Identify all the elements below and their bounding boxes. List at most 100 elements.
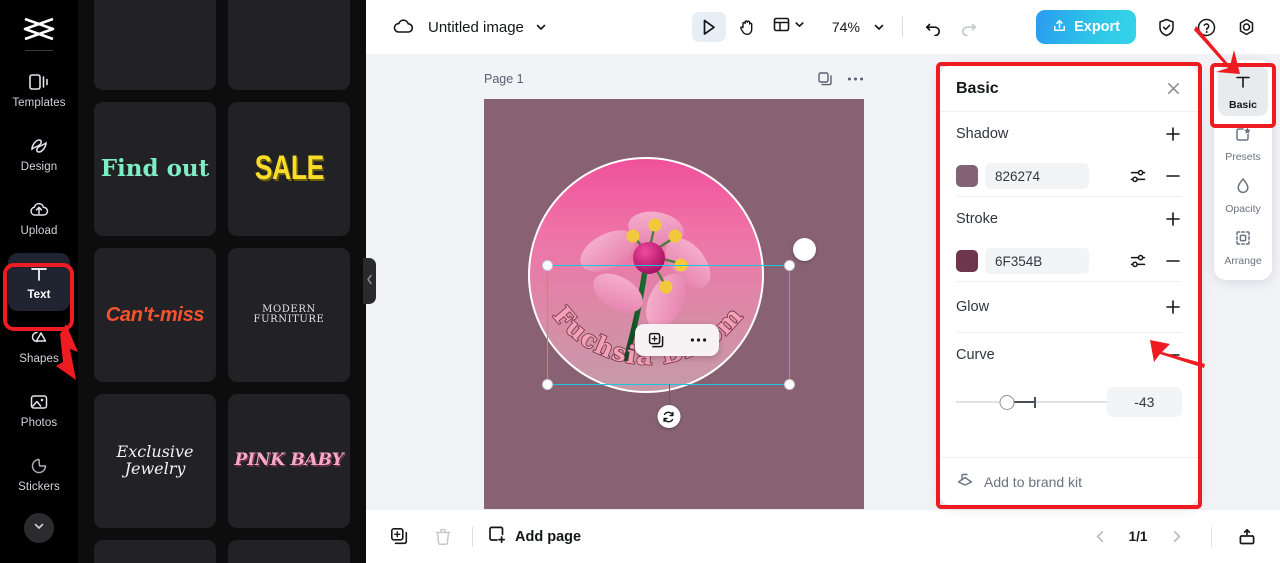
section-label: Curve	[956, 347, 995, 363]
rotate-stem	[668, 384, 670, 406]
panel-collapse-handle[interactable]	[363, 258, 376, 304]
template-card-text: Exclusive Jewelry	[116, 442, 194, 478]
toolbar-divider	[901, 17, 903, 37]
duplicate-icon[interactable]	[648, 332, 665, 349]
sidebar-item-photos[interactable]: Photos	[8, 381, 70, 439]
shadow-color-row: 826274	[956, 156, 1182, 196]
more-options-icon[interactable]	[690, 337, 707, 343]
template-card[interactable]: Find out	[94, 102, 216, 236]
minus-icon[interactable]	[1164, 167, 1182, 185]
plus-icon[interactable]	[1164, 210, 1182, 228]
duplicate-page-icon[interactable]	[817, 71, 833, 87]
zoom-chevron-down-icon[interactable]	[872, 20, 886, 34]
rotate-handle-icon[interactable]	[657, 405, 680, 428]
page-indicator: 1/1	[1128, 529, 1148, 544]
stroke-color-swatch[interactable]	[956, 250, 978, 272]
plus-icon[interactable]	[1164, 298, 1182, 316]
template-card[interactable]: PINK BABY	[228, 394, 350, 528]
resize-handle-bottom-right[interactable]	[784, 379, 795, 390]
close-x-icon[interactable]	[1165, 80, 1182, 97]
select-cursor-icon[interactable]	[691, 12, 726, 42]
present-export-icon[interactable]	[1232, 522, 1262, 552]
zoom-level[interactable]: 74%	[832, 19, 860, 35]
resize-handle-top-left[interactable]	[542, 260, 553, 271]
add-page-button[interactable]: Add page	[487, 525, 581, 548]
template-card[interactable]: Can't-miss	[94, 248, 216, 382]
artboard-page-1[interactable]: Fuchsia Bloom	[484, 99, 864, 519]
minus-icon[interactable]	[1164, 252, 1182, 270]
duplicate-page-button[interactable]	[384, 522, 414, 552]
template-card[interactable]	[228, 0, 350, 90]
rail-item-basic[interactable]: Basic	[1218, 66, 1268, 116]
redo-arrow-icon[interactable]	[953, 12, 983, 42]
settings-gear-icon[interactable]	[1230, 11, 1262, 43]
template-card[interactable]	[94, 0, 216, 90]
shield-check-icon[interactable]	[1150, 11, 1182, 43]
sidebar-item-upload[interactable]: Upload	[8, 189, 70, 247]
curve-value-input[interactable]: -43	[1106, 387, 1182, 417]
slider-knob[interactable]	[999, 394, 1015, 410]
rail-item-opacity[interactable]: Opacity	[1218, 170, 1268, 220]
sidebar-item-stickers[interactable]: Stickers	[8, 445, 70, 503]
sidebar-item-design[interactable]: Design	[8, 125, 70, 183]
shadow-header: Shadow	[956, 112, 1182, 156]
help-question-icon[interactable]	[1190, 11, 1222, 43]
stroke-hex-input[interactable]: 6F354B	[985, 248, 1089, 274]
resize-handle-top-right[interactable]	[784, 260, 795, 271]
hand-pan-icon[interactable]	[730, 12, 764, 42]
sliders-adjust-icon[interactable]	[1129, 252, 1147, 270]
layout-grid-button[interactable]	[768, 12, 810, 42]
sliders-adjust-icon[interactable]	[1129, 167, 1147, 185]
sidebar-item-text[interactable]: Text	[8, 253, 70, 311]
section-stroke: Stroke 6F354B	[940, 197, 1198, 281]
page-header-actions	[817, 71, 864, 87]
capcut-editor-window: Templates Design Upload Text Shapes Phot…	[0, 0, 1280, 563]
cloud-save-icon[interactable]	[390, 14, 416, 40]
template-card[interactable]: MODERN FURNITURE	[228, 248, 350, 382]
panel-title: Basic	[956, 79, 999, 97]
sidebar-expand-button[interactable]	[24, 513, 54, 543]
capcut-logo-icon[interactable]	[17, 12, 61, 46]
shadow-hex-input[interactable]: 826274	[985, 163, 1089, 189]
opacity-droplet-icon	[1233, 176, 1253, 201]
next-page-chevron-right-icon[interactable]	[1161, 522, 1191, 552]
plus-icon[interactable]	[1164, 125, 1182, 143]
sidebar-item-shapes[interactable]: Shapes	[8, 317, 70, 375]
chevron-down-icon[interactable]	[534, 20, 548, 34]
text-T-icon	[1233, 72, 1253, 97]
section-label: Glow	[956, 299, 990, 315]
sidebar-item-templates[interactable]: Templates	[8, 61, 70, 119]
topbar-right-icons	[1150, 11, 1262, 43]
template-card[interactable]: THE COUNTDOWN IS ON.	[228, 540, 350, 563]
template-card-text: Can't-miss	[105, 303, 205, 326]
prev-page-chevron-left-icon[interactable]	[1085, 522, 1115, 552]
add-to-brand-kit-button[interactable]: Add to brand kit	[940, 457, 1198, 505]
trash-delete-icon[interactable]	[428, 522, 458, 552]
undo-arrow-icon[interactable]	[919, 12, 949, 42]
document-title[interactable]: Untitled image	[428, 19, 524, 36]
rail-item-presets[interactable]: Presets	[1218, 118, 1268, 168]
resize-handle-bottom-left[interactable]	[542, 379, 553, 390]
template-card[interactable]: Special Offer	[94, 540, 216, 563]
rail-item-arrange[interactable]: Arrange	[1218, 222, 1268, 272]
element-float-toolbar	[635, 324, 719, 356]
sidebar-item-label: Shapes	[19, 353, 59, 366]
curve-slider[interactable]	[956, 393, 1107, 411]
shadow-color-swatch[interactable]	[956, 165, 978, 187]
panel-body: Shadow 826274 Stroke 6F354B Glow Curve -…	[940, 112, 1198, 457]
export-button[interactable]: Export	[1036, 10, 1136, 44]
section-curve: Curve -43	[940, 333, 1198, 427]
panel-header: Basic	[940, 66, 1198, 112]
templates-icon	[27, 70, 51, 94]
template-card[interactable]: SALE	[228, 102, 350, 236]
template-card[interactable]: Exclusive Jewelry	[94, 394, 216, 528]
stroke-color-row: 6F354B	[956, 241, 1182, 281]
stroke-header: Stroke	[956, 197, 1182, 241]
sidebar-item-label: Templates	[12, 97, 66, 110]
curve-header: Curve	[956, 333, 1182, 377]
minus-icon[interactable]	[1164, 346, 1182, 364]
slider-center-tick	[1034, 396, 1037, 408]
right-icon-rail: Basic Presets Opacity Arrange	[1214, 60, 1272, 280]
more-options-icon[interactable]	[847, 76, 864, 82]
curve-drag-handle[interactable]	[793, 238, 816, 261]
